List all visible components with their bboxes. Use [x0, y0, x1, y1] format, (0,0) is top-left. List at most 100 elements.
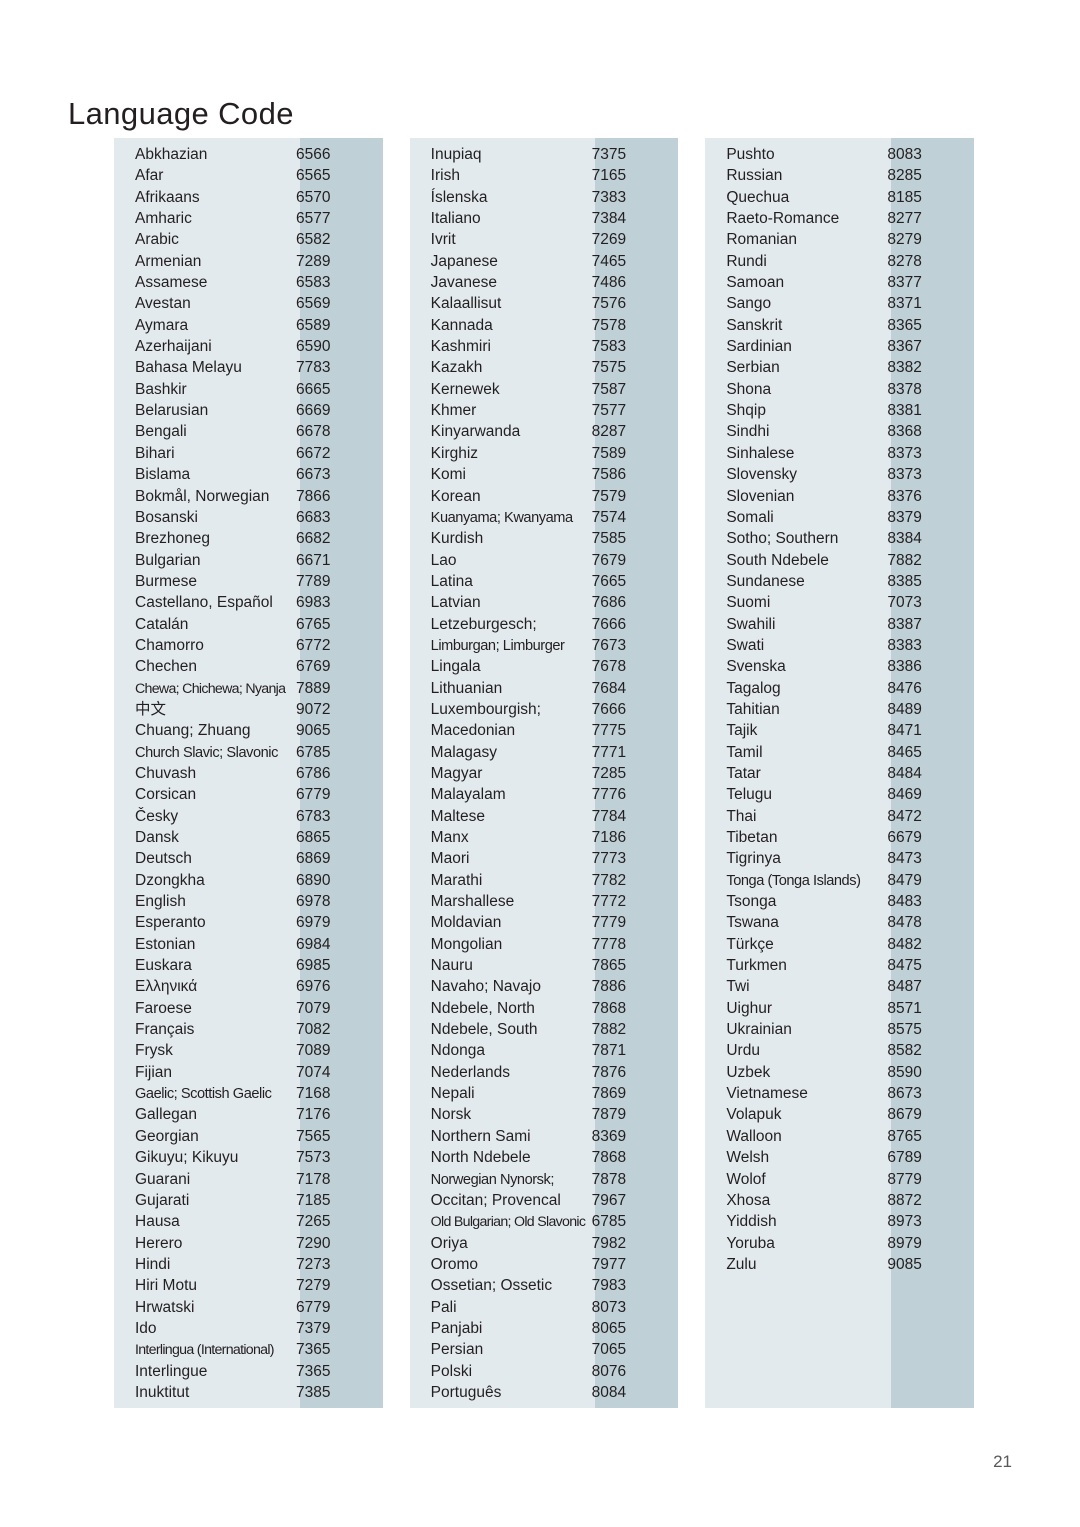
language-code-rows-3: Pushto 8083 Russian 8285 Quechua 8185 Raeto-Ro…: [705, 138, 974, 1275]
language-name: Italiano: [430, 210, 481, 228]
language-code-row: Ndebele, South 7882: [410, 1019, 679, 1040]
language-code-value: 6765: [296, 615, 331, 633]
language-code-row: Somali 8379: [705, 507, 974, 528]
language-name: Hindi: [135, 1255, 171, 1273]
language-name: Pali: [430, 1298, 457, 1316]
language-code-value: 6772: [296, 636, 331, 654]
language-code-page: Language Code Abkhazian 6566 Afar 6565 Afrik…: [0, 0, 1080, 1527]
language-code-row: Bosanski 6683: [114, 507, 383, 528]
language-code-row: Ndebele, North 7868: [410, 998, 679, 1019]
language-code-value: 6669: [296, 402, 331, 420]
language-name: Afar: [135, 167, 164, 185]
language-name: Gujarati: [135, 1191, 190, 1209]
language-code-value: 7679: [591, 551, 627, 569]
language-name: Somali: [726, 508, 774, 526]
language-code-row: Tsonga 8483: [705, 891, 974, 912]
language-name: Oriya: [430, 1234, 468, 1252]
language-code-row: 中文 9072: [114, 699, 383, 720]
language-code-row: Aymara 6589: [114, 315, 383, 336]
language-code-row: Burmese 7789: [114, 571, 383, 592]
language-code-row: Svenska 8386: [705, 656, 974, 677]
language-code-value: 6785: [591, 1213, 627, 1231]
language-name: Aymara: [135, 316, 189, 334]
language-code-row: Euskara 6985: [114, 955, 383, 976]
language-name: Kurdish: [430, 530, 484, 548]
language-code-row: Arabic 6582: [114, 229, 383, 250]
language-code-row: Norsk 7879: [410, 1104, 679, 1125]
language-name: Sundanese: [726, 572, 805, 590]
language-code-row: Sinhalese 8373: [705, 443, 974, 464]
language-name: Lithuanian: [430, 679, 503, 697]
language-name: Kannada: [430, 316, 493, 334]
language-code-value: 8279: [887, 231, 922, 249]
language-code-value: 7585: [591, 530, 627, 548]
language-code-row: Ido 7379: [114, 1318, 383, 1339]
language-code-row: Brezhoneg 6682: [114, 528, 383, 549]
language-code-row: Bulgarian 6671: [114, 550, 383, 571]
language-name: Shona: [726, 380, 772, 398]
page-title: Language Code: [68, 95, 294, 131]
language-code-value: 7789: [296, 572, 331, 590]
language-code-value: 7079: [296, 999, 331, 1017]
language-code-row: Polski 8076: [410, 1361, 679, 1382]
language-code-row: Gallegan 7176: [114, 1104, 383, 1125]
language-code-table: Abkhazian 6566 Afar 6565 Afrikaans 6570 Amhari…: [114, 138, 975, 1408]
language-name: Abkhazian: [135, 146, 208, 163]
language-name: Manx: [430, 829, 469, 846]
language-name: Slovenian: [726, 487, 795, 505]
language-code-value: 8378: [887, 380, 922, 398]
language-code-row: Kuanyama; Kwanyama 7574: [410, 507, 679, 528]
language-code-row: Latina 7665: [410, 571, 679, 592]
language-code-value: 7578: [591, 316, 627, 334]
language-code-row: Chewa; Chichewa; Nyanja 7889: [114, 678, 383, 699]
language-code-row: Maori 7773: [410, 848, 679, 869]
language-name: Maori: [430, 850, 470, 868]
language-name: Wolof: [726, 1170, 766, 1188]
language-code-value: 7773: [591, 850, 627, 868]
language-code-row: Catalán 6765: [114, 614, 383, 635]
language-code-value: 8483: [887, 893, 922, 911]
language-name: Bengali: [135, 423, 187, 441]
language-code-row: Ossetian; Ossetic 7983: [410, 1275, 679, 1296]
language-code-value: 8384: [887, 530, 922, 548]
language-code-row: Corsican 6779: [114, 784, 383, 805]
language-code-row: Hrwatski 6779: [114, 1297, 383, 1318]
language-code-value: 7783: [296, 359, 331, 377]
language-code-row: Português 8084: [410, 1382, 679, 1403]
language-code-value: 7776: [591, 786, 627, 804]
language-code-row: Slovensky 8373: [705, 464, 974, 485]
language-name: Luxembourgish;: [430, 700, 541, 718]
language-code-value: 7775: [591, 722, 627, 740]
language-name: Lao: [430, 551, 457, 569]
language-name: Français: [135, 1021, 195, 1039]
page-number: 21: [993, 1452, 1012, 1471]
language-code-row: Luxembourgish; 7666: [410, 699, 679, 720]
language-code-value: 7375: [591, 146, 627, 163]
language-code-value: 7465: [591, 252, 627, 270]
language-code-row: Gujarati 7185: [114, 1190, 383, 1211]
language-code-row: North Ndebele 7868: [410, 1147, 679, 1168]
language-name: Faroese: [135, 999, 192, 1017]
language-code-row: Japanese 7465: [410, 251, 679, 272]
language-name: Russian: [726, 167, 783, 185]
language-code-row: Bihari 6672: [114, 443, 383, 464]
language-code-row: Zulu 9085: [705, 1254, 974, 1275]
language-name: Church Slavic; Slavonic: [135, 744, 278, 761]
language-code-value: 8475: [887, 957, 922, 975]
language-code-row: Yoruba 8979: [705, 1233, 974, 1254]
language-code-value: 8478: [887, 914, 922, 932]
language-name: Inupiaq: [430, 146, 482, 163]
language-code-row: Bashkir 6665: [114, 379, 383, 400]
language-code-value: 8382: [887, 359, 922, 377]
language-code-value: 7082: [296, 1021, 331, 1039]
language-code-value: 7782: [591, 871, 627, 889]
language-code-value: 6979: [296, 914, 331, 932]
language-code-value: 7279: [296, 1277, 331, 1295]
language-code-row: Gaelic; Scottish Gaelic 7168: [114, 1083, 383, 1104]
language-code-row: Rundi 8278: [705, 251, 974, 272]
language-name: Turkmen: [726, 957, 787, 975]
language-name: Fijian: [135, 1063, 173, 1081]
language-code-value: 8575: [887, 1021, 922, 1039]
language-name: Letzeburgesch;: [430, 615, 537, 633]
language-name: Tahitian: [726, 700, 780, 718]
